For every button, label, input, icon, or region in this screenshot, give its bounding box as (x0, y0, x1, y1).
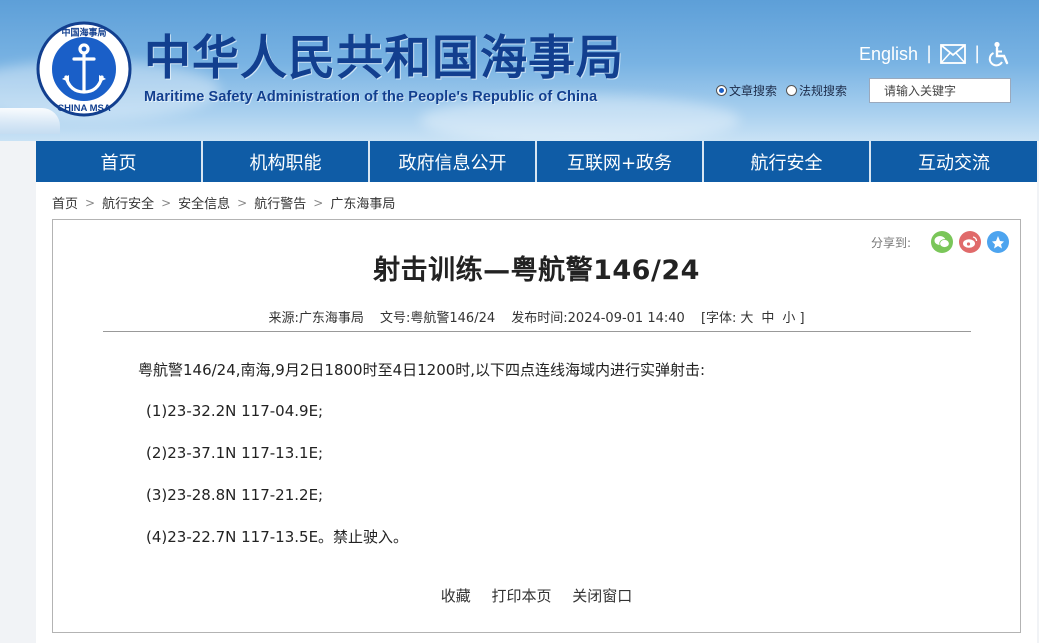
breadcrumb-item[interactable]: 安全信息 (178, 193, 230, 212)
radio-selected[interactable] (716, 85, 727, 96)
site-header: 中国海事局 CHINA MSA 中华人民共和国海事局 Maritime Safe… (0, 0, 1039, 141)
font-size-switcher: [字体: 大中小] (701, 311, 805, 326)
nav-item-organization[interactable]: 机构职能 (203, 141, 370, 182)
breadcrumb-item[interactable]: 航行安全 (102, 193, 154, 212)
article-body: 粤航警146/24,南海,9月2日1800时至4日1200时,以下四点连线海域内… (138, 361, 705, 570)
article-container: 分享到: 射击训练—粤航警146/24 来源:广东海事局 文号:粤航警146/2… (52, 219, 1021, 633)
font-size-label: [字体: (700, 311, 737, 326)
print-link[interactable]: 打印本页 (491, 587, 551, 605)
nav-item-home[interactable]: 首页 (36, 141, 203, 182)
favorite-link[interactable]: 收藏 (441, 587, 471, 605)
divider (103, 331, 971, 332)
mail-icon[interactable] (940, 44, 967, 64)
english-link[interactable]: English (859, 40, 918, 68)
search-option-law[interactable]: 法规搜索 (786, 82, 847, 99)
coordinate-item: (1)23-32.2N 117-04.9E; (146, 402, 324, 420)
font-size-large[interactable]: 大 (740, 311, 753, 326)
search-option-article-label: 文章搜索 (729, 84, 778, 98)
coordinate-item: (3)23-28.8N 117-21.2E; (146, 486, 324, 504)
search-option-law-label: 法规搜索 (799, 84, 848, 98)
main-nav: 首页 机构职能 政府信息公开 互联网+政务 航行安全 互动交流 (36, 141, 1037, 182)
breadcrumb: 首页 > 航行安全 > 安全信息 > 航行警告 > 广东海事局 (52, 193, 395, 213)
nav-item-interaction[interactable]: 互动交流 (871, 141, 1037, 182)
search-option-article[interactable]: 文章搜索 (716, 82, 777, 99)
top-links: English | | (859, 40, 1010, 68)
article-published: 发布时间:2024-09-01 14:40 (511, 311, 685, 326)
article-doc-no: 文号:粤航警146/24 (380, 311, 496, 326)
accessibility-icon[interactable] (988, 41, 1010, 67)
article-title: 射击训练—粤航警146/24 (373, 255, 700, 286)
logo-text-top: 中国海事局 (61, 27, 106, 39)
close-window-link[interactable]: 关闭窗口 (572, 587, 632, 605)
separator: | (974, 43, 981, 64)
breadcrumb-item[interactable]: 首页 (52, 193, 78, 212)
search-input[interactable] (869, 78, 1011, 103)
radio-unselected[interactable] (786, 85, 798, 96)
font-size-medium[interactable]: 中 (761, 311, 774, 326)
coordinate-item: (2)23-37.1N 117-13.1E; (146, 444, 324, 462)
separator: | (926, 43, 933, 64)
article-source: 来源:广东海事局 (268, 311, 364, 326)
coordinate-item: (4)23-22.7N 117-13.5E。禁止驶入。 (146, 528, 409, 546)
article-actions: 收藏 打印本页 关闭窗口 (53, 585, 1020, 606)
article-intro: 粤航警146/24,南海,9月2日1800时至4日1200时,以下四点连线海域内… (138, 361, 706, 379)
breadcrumb-separator: > (313, 195, 324, 210)
font-size-end: ] (799, 311, 805, 326)
china-msa-logo[interactable]: 中国海事局 CHINA MSA (36, 21, 132, 117)
breadcrumb-item[interactable]: 广东海事局 (330, 193, 395, 212)
nav-item-internet-gov[interactable]: 互联网+政务 (537, 141, 704, 182)
site-title-cn: 中华人民共和国海事局 (144, 31, 624, 86)
logo-text-bottom: CHINA MSA (57, 103, 111, 114)
site-title-en: Maritime Safety Administration of the Pe… (144, 89, 598, 105)
nav-item-navigation-safety[interactable]: 航行安全 (704, 141, 871, 182)
page-content: 首页 > 航行安全 > 安全信息 > 航行警告 > 广东海事局 分享到: 射击训… (36, 182, 1037, 643)
breadcrumb-separator: > (237, 195, 248, 210)
breadcrumb-separator: > (161, 195, 172, 210)
breadcrumb-item[interactable]: 航行警告 (254, 193, 306, 212)
font-size-small[interactable]: 小 (782, 311, 795, 326)
breadcrumb-separator: > (85, 195, 96, 210)
search-options: 文章搜索 法规搜索 (716, 82, 856, 99)
article-meta: 来源:广东海事局 文号:粤航警146/24 发布时间:2024-09-01 14… (53, 307, 1020, 326)
nav-item-gov-info[interactable]: 政府信息公开 (370, 141, 537, 182)
